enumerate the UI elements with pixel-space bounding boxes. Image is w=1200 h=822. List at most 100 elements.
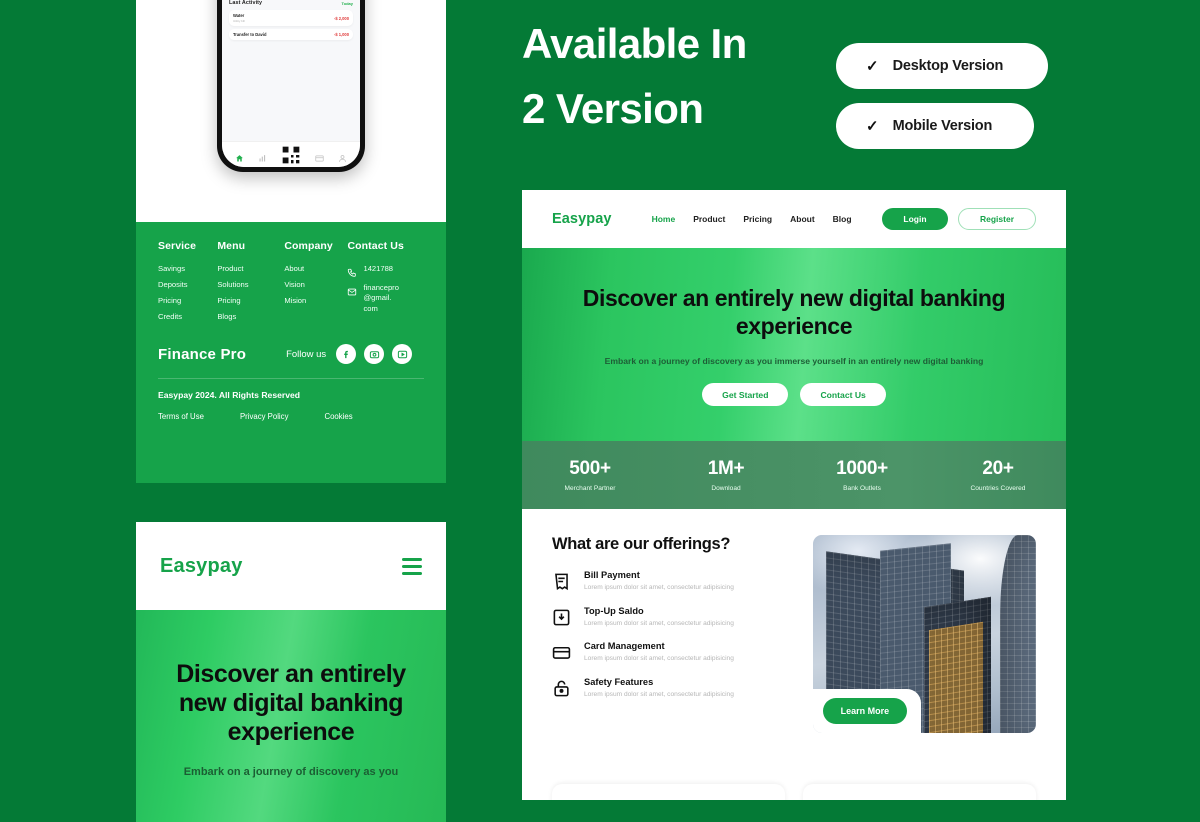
nav-link-blog[interactable]: Blog: [833, 214, 852, 224]
nav-link-pricing[interactable]: Pricing: [743, 214, 772, 224]
stat-value: 500+: [569, 458, 611, 479]
mobile-navbar: Easypay: [136, 522, 446, 610]
get-started-button[interactable]: Get Started: [702, 383, 789, 407]
desktop-version-label: Desktop Version: [892, 58, 1004, 74]
nav-link-product[interactable]: Product: [693, 214, 725, 224]
footer-link[interactable]: Vision: [284, 280, 347, 289]
profile-icon[interactable]: [338, 150, 347, 162]
phone-device: Quick Access Electric Water Top Up: [217, 0, 365, 172]
desktop-stats-band: 500+ Merchant Partner 1M+ Download 1000+…: [522, 441, 1066, 509]
mobile-hero-title: Discover an entirely new digital banking…: [176, 660, 406, 746]
footer-link[interactable]: Solutions: [217, 280, 284, 289]
stat-item: 1000+ Bank Outlets: [794, 458, 930, 492]
mobile-hero-subtitle: Embark on a journey of discovery as you: [183, 766, 399, 778]
chart-icon[interactable]: [258, 150, 267, 162]
offering-item[interactable]: Top-Up Saldo Lorem ipsum dolor sit amet,…: [552, 606, 795, 629]
lock-icon: [552, 679, 571, 698]
learn-more-button[interactable]: Learn More: [822, 698, 908, 724]
offering-desc: Lorem ipsum dolor sit amet, consectetur …: [584, 655, 734, 663]
footer-link[interactable]: About: [284, 264, 347, 273]
offering-desc: Lorem ipsum dolor sit amet, consectetur …: [584, 619, 734, 627]
stat-item: 500+ Merchant Partner: [522, 458, 658, 492]
version-buttons: ✓ Desktop Version ✓ Mobile Version: [836, 43, 1048, 163]
footer-link[interactable]: Pricing: [158, 296, 217, 305]
home-icon[interactable]: [235, 150, 244, 162]
desktop-version-button[interactable]: ✓ Desktop Version: [836, 43, 1048, 89]
nav-link-home[interactable]: Home: [652, 214, 676, 224]
footer-link[interactable]: Blogs: [217, 312, 284, 321]
phone-activity-filter[interactable]: Today: [342, 1, 353, 6]
legal-link-cookies[interactable]: Cookies: [324, 412, 352, 421]
desktop-bottom-cards: [552, 784, 1036, 800]
footer-email-row[interactable]: financepro @gmail. com: [347, 283, 424, 314]
building-gold-windows: [928, 621, 983, 733]
phone-activity-row[interactable]: Transfer to David -$ 1,000: [229, 29, 353, 40]
activity-title: Transfer to David: [233, 32, 267, 37]
offerings-section: What are our offerings? Bill Payment Lor…: [522, 509, 1066, 733]
activity-amount: -$ 1,000: [333, 32, 349, 37]
phone-activity-row[interactable]: Water Utility bill -$ 2,000: [229, 10, 353, 26]
footer-link[interactable]: Pricing: [217, 296, 284, 305]
facebook-icon[interactable]: [336, 344, 357, 364]
stat-value: 1000+: [836, 458, 888, 479]
register-button[interactable]: Register: [958, 208, 1036, 230]
footer-link[interactable]: Mision: [284, 296, 347, 305]
footer-phone-row[interactable]: 1421788: [347, 264, 424, 277]
legal-link-terms[interactable]: Terms of Use: [158, 412, 204, 421]
bottom-card[interactable]: [803, 784, 1036, 800]
footer-columns: Service Savings Deposits Pricing Credits…: [158, 240, 424, 328]
footer-link[interactable]: Credits: [158, 312, 217, 321]
phone-activity-title: Last Activity: [229, 0, 263, 6]
card-icon[interactable]: [315, 150, 324, 162]
mobile-version-button[interactable]: ✓ Mobile Version: [836, 103, 1034, 149]
footer-legal-links: Terms of Use Privacy Policy Cookies: [158, 412, 424, 421]
footer-link[interactable]: Savings: [158, 264, 217, 273]
skyscraper-photo: Learn More: [812, 535, 1036, 733]
contact-us-button[interactable]: Contact Us: [800, 383, 886, 407]
stat-label: Merchant Partner: [564, 485, 616, 492]
desktop-mockup-card: Easypay Home Product Pricing About Blog …: [522, 190, 1066, 800]
footer-heading: Service: [158, 240, 197, 252]
social-links: [336, 344, 413, 364]
offering-item[interactable]: Bill Payment Lorem ipsum dolor sit amet,…: [552, 570, 795, 593]
bottom-card[interactable]: [552, 784, 785, 800]
stat-item: 1M+ Download: [658, 458, 794, 492]
youtube-icon[interactable]: [392, 344, 413, 364]
credit-card-icon: [552, 643, 571, 662]
desktop-hero-cta: Get Started Contact Us: [522, 383, 1066, 407]
desktop-hero-title: Discover an entirely new digital banking…: [582, 285, 1006, 340]
footer-column-contact: Contact Us 1421788 financepro @gmail. co…: [347, 240, 424, 328]
footer-heading: Company: [284, 240, 333, 252]
desktop-logo[interactable]: Easypay: [552, 211, 612, 227]
check-icon: ✓: [866, 57, 879, 75]
offering-name: Card Management: [584, 641, 665, 652]
building-far-right: [1000, 535, 1036, 733]
instagram-icon[interactable]: [364, 344, 385, 364]
footer-link[interactable]: Deposits: [158, 280, 217, 289]
phone-bottom-nav: [222, 141, 360, 167]
stat-value: 20+: [982, 458, 1014, 479]
stat-label: Countries Covered: [970, 485, 1026, 492]
offering-item[interactable]: Safety Features Lorem ipsum dolor sit am…: [552, 677, 795, 700]
offering-desc: Lorem ipsum dolor sit amet, consectetur …: [584, 584, 734, 591]
stat-item: 20+ Countries Covered: [930, 458, 1066, 492]
footer-divider: [158, 378, 424, 379]
qr-code-icon[interactable]: [281, 145, 301, 165]
mobile-logo[interactable]: Easypay: [160, 555, 243, 578]
mobile-hero: Discover an entirely new digital banking…: [136, 610, 446, 822]
footer-column-service: Service Savings Deposits Pricing Credits: [158, 240, 217, 328]
footer-column-menu: Menu Product Solutions Pricing Blogs: [217, 240, 284, 328]
nav-link-about[interactable]: About: [790, 214, 815, 224]
hamburger-icon[interactable]: [402, 557, 422, 575]
left-top-card: Quick Access Electric Water Top Up: [136, 0, 446, 483]
receipt-icon: [552, 572, 571, 591]
login-button[interactable]: Login: [882, 208, 948, 230]
mobile-version-label: Mobile Version: [892, 118, 993, 134]
offerings-title: What are our offerings?: [552, 535, 731, 553]
footer-link[interactable]: Product: [217, 264, 284, 273]
footer-heading: Menu: [217, 240, 246, 252]
legal-link-privacy[interactable]: Privacy Policy: [240, 412, 289, 421]
stat-label: Download: [711, 485, 741, 492]
offering-item[interactable]: Card Management Lorem ipsum dolor sit am…: [552, 641, 795, 664]
footer-copyright: Easypay 2024. All Rights Reserved: [158, 390, 301, 400]
